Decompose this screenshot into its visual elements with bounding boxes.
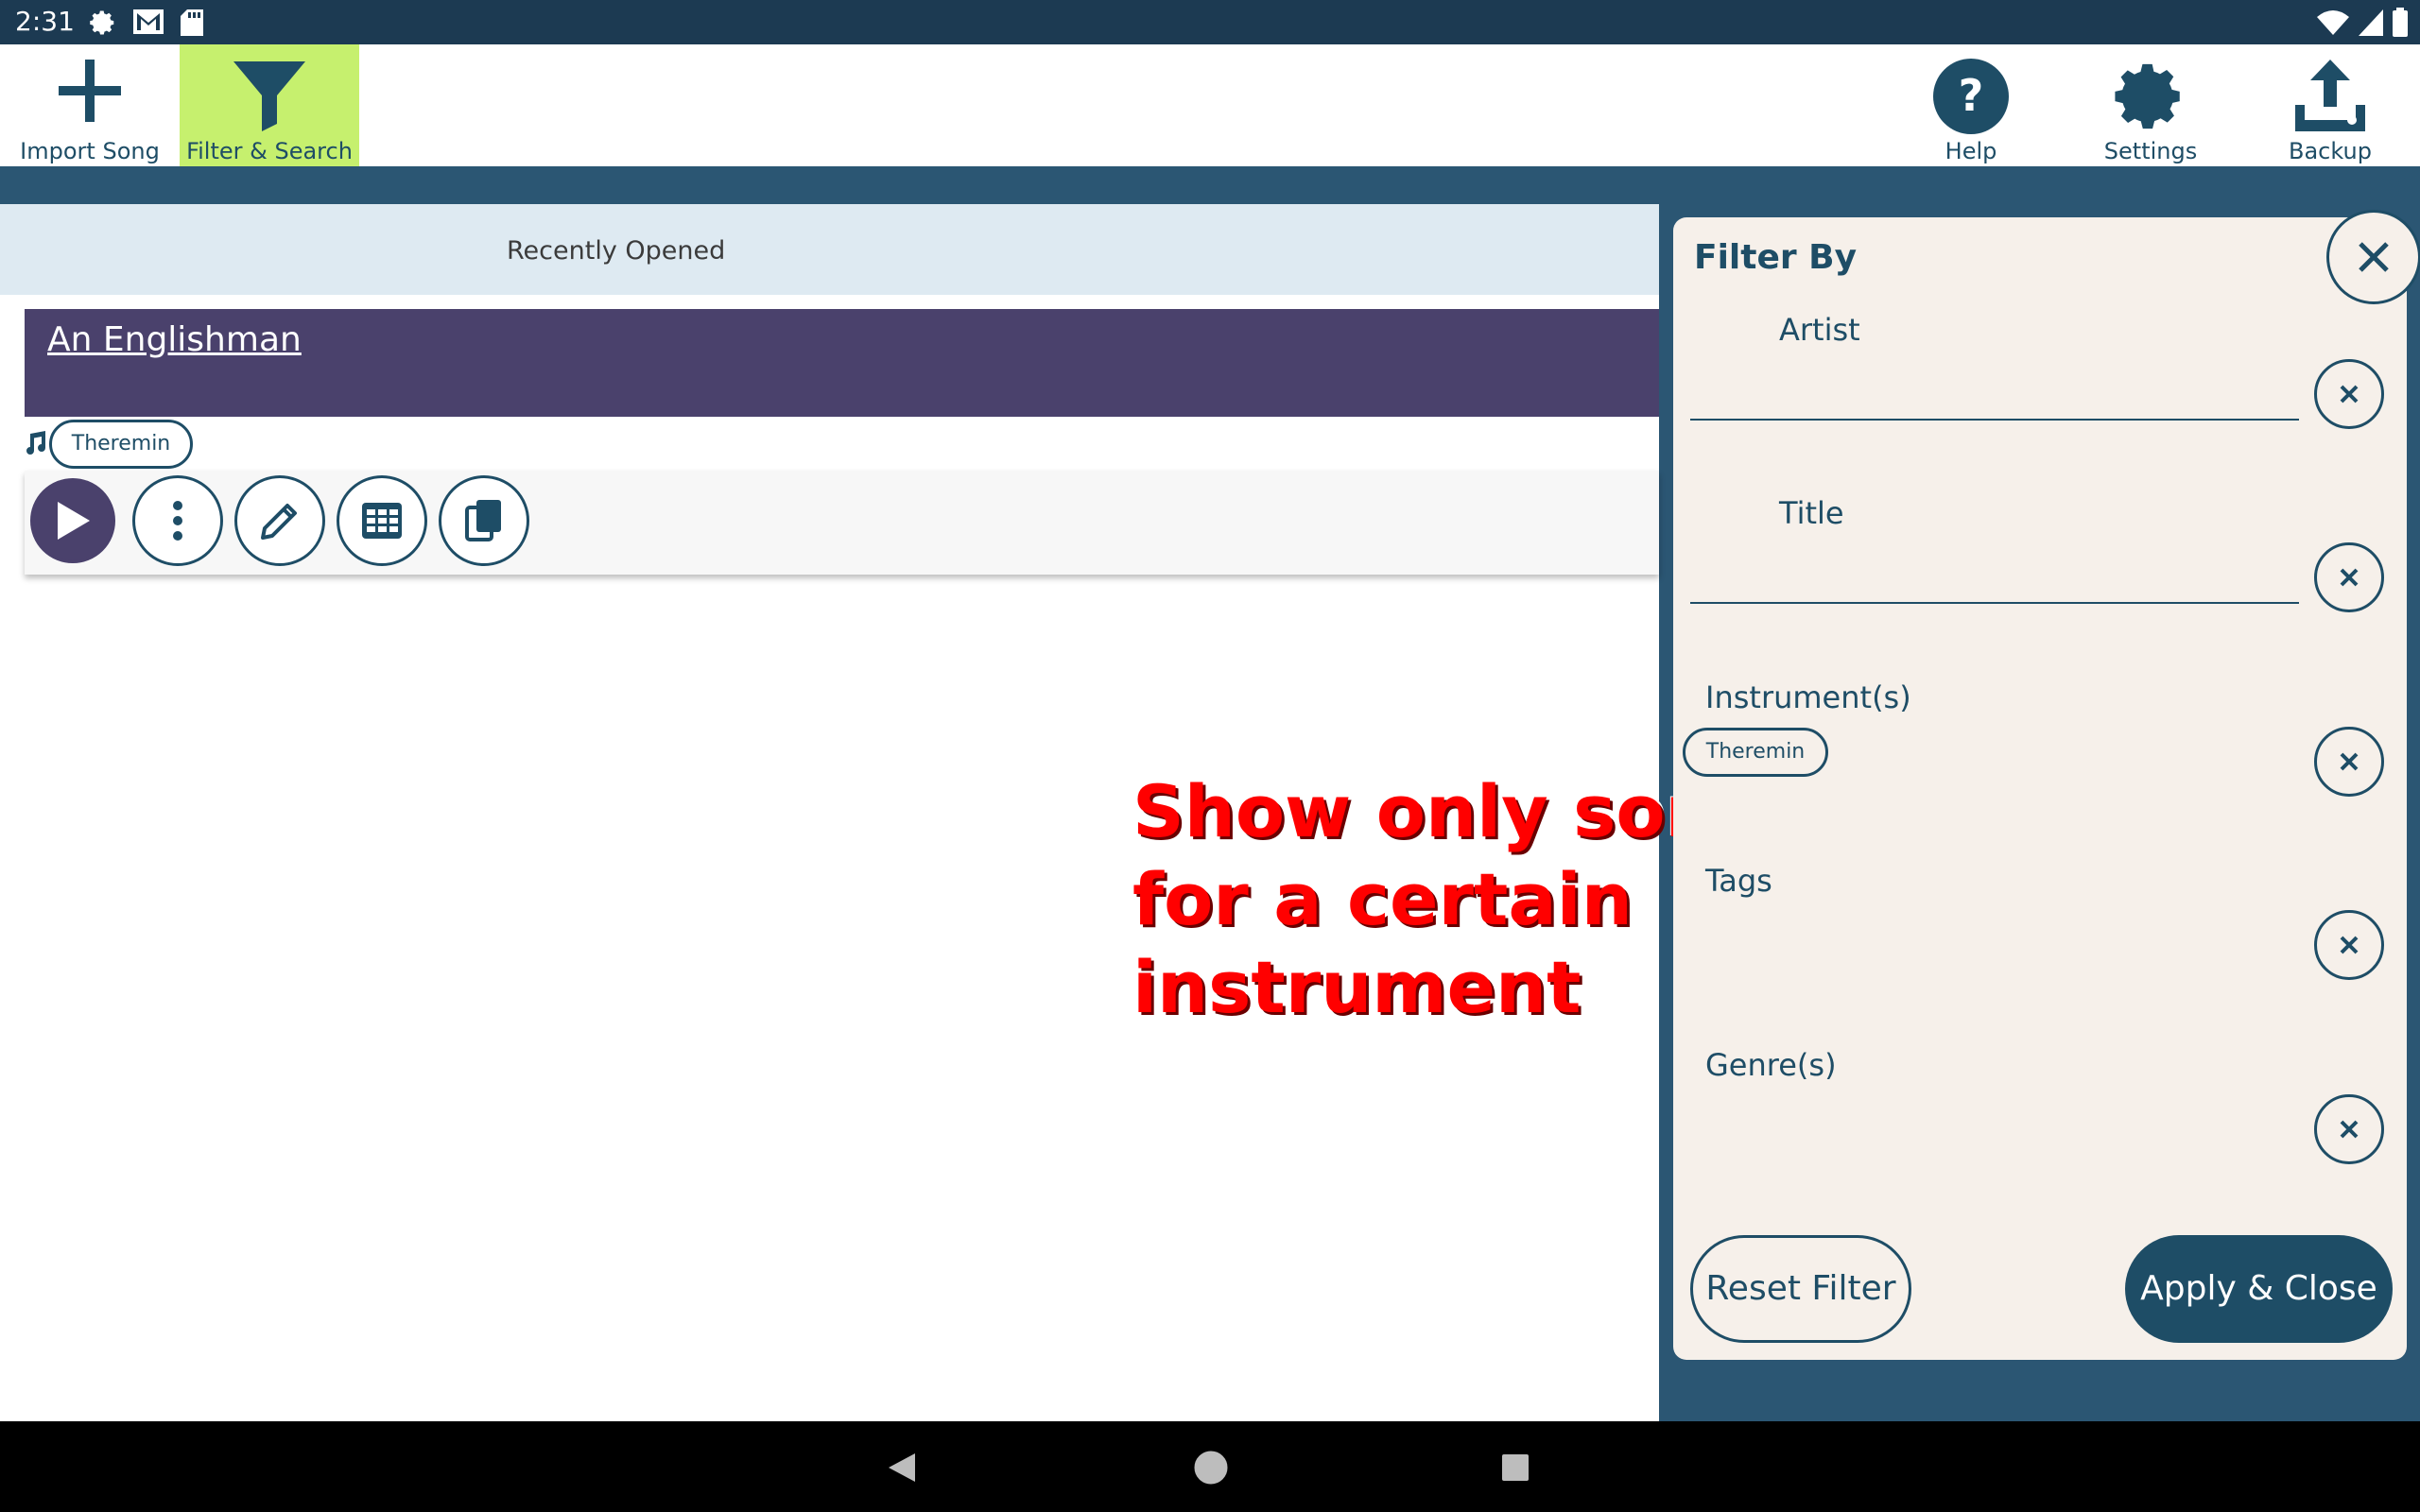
gear-icon: [2115, 63, 2180, 129]
title-label: Title: [1779, 495, 1844, 531]
reset-filter-button[interactable]: Reset Filter: [1690, 1235, 1911, 1343]
back-icon[interactable]: [887, 1452, 917, 1484]
help-icon: ?: [1933, 59, 2009, 134]
song-card[interactable]: An Englishman: [25, 309, 1659, 417]
close-icon: [2359, 242, 2389, 272]
duplicate-button[interactable]: [439, 475, 529, 566]
filter-panel: Filter By Artist Title Instrument(s) The…: [1673, 217, 2407, 1360]
filter-icon: [233, 61, 305, 131]
table-icon: [362, 503, 402, 539]
settings-label: Settings: [2103, 138, 2198, 164]
close-icon: [2340, 385, 2359, 404]
song-action-row: [25, 471, 1659, 575]
song-instruments: Theremin: [23, 420, 306, 469]
help-button[interactable]: ? Help: [1924, 44, 2018, 166]
more-options-button[interactable]: [132, 475, 223, 566]
copy-icon: [465, 500, 501, 541]
filter-panel-title: Filter By: [1694, 238, 1858, 277]
status-time: 2:31: [15, 6, 75, 37]
title-input[interactable]: [1690, 602, 2299, 604]
close-icon: [2340, 752, 2359, 771]
tags-label: Tags: [1705, 863, 1772, 899]
help-label: Help: [1945, 138, 1997, 164]
play-button[interactable]: [30, 478, 115, 563]
svg-text:?: ?: [1959, 70, 1984, 121]
status-bar: 2:31: [0, 0, 2420, 44]
edit-button[interactable]: [234, 475, 325, 566]
close-filter-panel-button[interactable]: [2326, 210, 2420, 304]
clear-title-button[interactable]: [2314, 542, 2384, 612]
toolbar: Import Song Filter & Search ? Help Setti…: [0, 44, 2420, 166]
battery-icon: [2393, 8, 2408, 37]
recently-opened-label: Recently Opened: [507, 236, 726, 266]
upload-icon: [2295, 60, 2365, 131]
play-icon: [58, 502, 90, 540]
instrument-chip: Theremin: [49, 420, 193, 469]
wifi-icon: [2317, 10, 2349, 35]
navigation-bar: [0, 1421, 2420, 1512]
artist-input[interactable]: [1690, 419, 2299, 421]
artist-label: Artist: [1779, 312, 1860, 348]
pencil-icon: [261, 504, 297, 540]
signal-icon: [2359, 9, 2383, 36]
import-song-button[interactable]: Import Song: [0, 44, 180, 166]
instruments-label: Instrument(s): [1705, 679, 1911, 715]
music-note-icon: [26, 431, 45, 455]
sd-card-icon: [181, 9, 203, 36]
apply-close-button[interactable]: Apply & Close: [2125, 1235, 2393, 1343]
plus-icon: [59, 60, 121, 122]
instrument-filter-chip[interactable]: Theremin: [1683, 728, 1828, 777]
backup-label: Backup: [2289, 138, 2372, 164]
grid-view-button[interactable]: [337, 475, 427, 566]
recents-icon[interactable]: [1501, 1453, 1530, 1482]
backup-button[interactable]: Backup: [2283, 44, 2377, 166]
close-icon: [2340, 936, 2359, 954]
settings-button[interactable]: Settings: [2103, 44, 2198, 166]
settings-status-icon: [90, 10, 114, 35]
toolbar-divider: [0, 166, 2420, 204]
filter-search-button[interactable]: Filter & Search: [180, 44, 359, 166]
filter-search-label: Filter & Search: [186, 138, 353, 164]
clear-genres-button[interactable]: [2314, 1094, 2384, 1164]
recently-opened-header[interactable]: Recently Opened: [0, 204, 1659, 295]
more-vertical-icon: [173, 501, 182, 541]
genres-label: Genre(s): [1705, 1047, 1837, 1083]
clear-tags-button[interactable]: [2314, 910, 2384, 980]
clear-instruments-button[interactable]: [2314, 727, 2384, 797]
import-song-label: Import Song: [20, 138, 160, 164]
close-icon: [2340, 1120, 2359, 1139]
gmail-icon: [133, 9, 164, 34]
home-icon[interactable]: [1193, 1450, 1229, 1486]
clear-artist-button[interactable]: [2314, 359, 2384, 429]
song-title[interactable]: An Englishman: [47, 320, 302, 359]
close-icon: [2340, 568, 2359, 587]
